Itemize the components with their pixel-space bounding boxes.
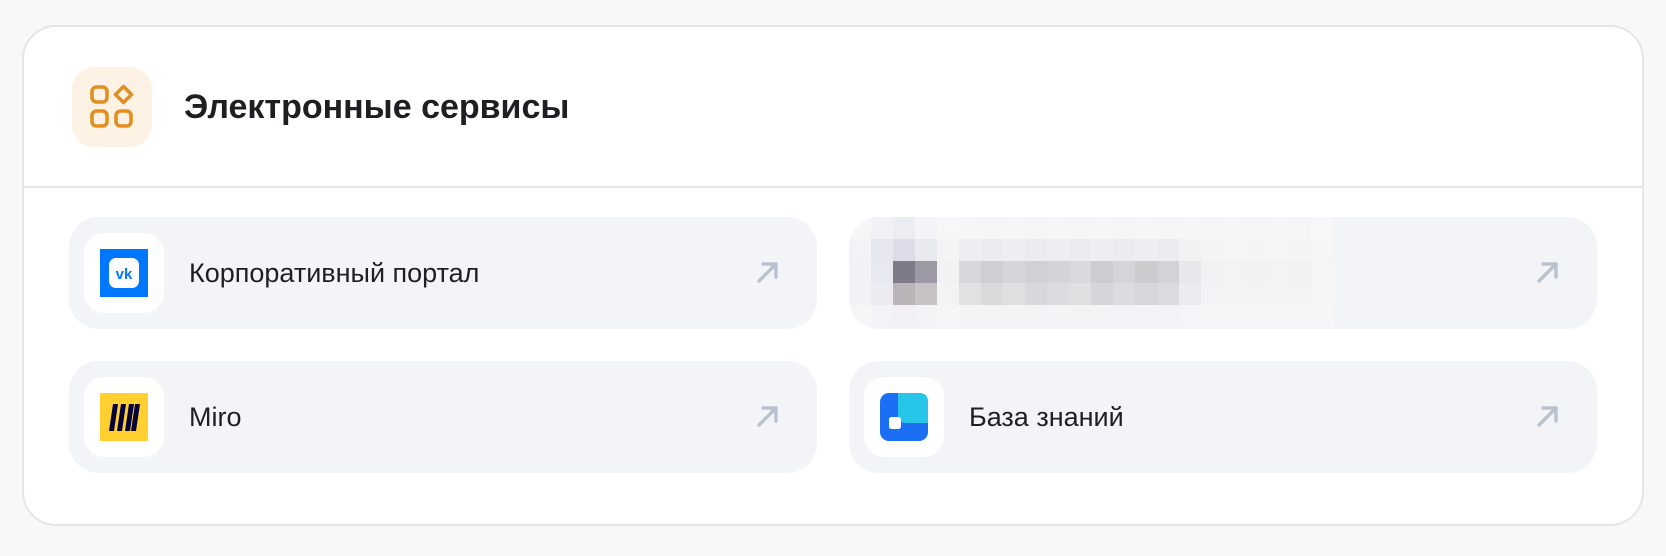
miro-logo-icon (84, 377, 164, 457)
redacted-content (849, 217, 1349, 329)
service-tile-miro[interactable]: Miro (69, 361, 817, 473)
section-title: Электронные сервисы (184, 88, 570, 126)
svg-text:vk: vk (116, 266, 133, 283)
services-card: Электронные сервисы vk Корпоративный пор… (22, 25, 1644, 526)
knowledge-base-logo-icon (864, 377, 944, 457)
external-link-arrow-icon (1537, 406, 1558, 427)
external-link-arrow-icon (757, 262, 778, 283)
apps-grid-icon (72, 67, 152, 147)
service-label: Корпоративный портал (189, 258, 480, 288)
service-tile-corporate-portal[interactable]: vk Корпоративный портал (69, 217, 817, 329)
card-header: Электронные сервисы (24, 27, 1642, 188)
service-label: База знаний (969, 402, 1124, 432)
external-link-arrow-icon (1537, 262, 1558, 283)
vk-logo-icon: vk (84, 233, 164, 313)
service-tile-redacted[interactable] (849, 217, 1597, 329)
service-tile-knowledge-base[interactable]: База знаний (849, 361, 1597, 473)
external-link-arrow-icon (757, 406, 778, 427)
service-label: Miro (189, 402, 242, 432)
